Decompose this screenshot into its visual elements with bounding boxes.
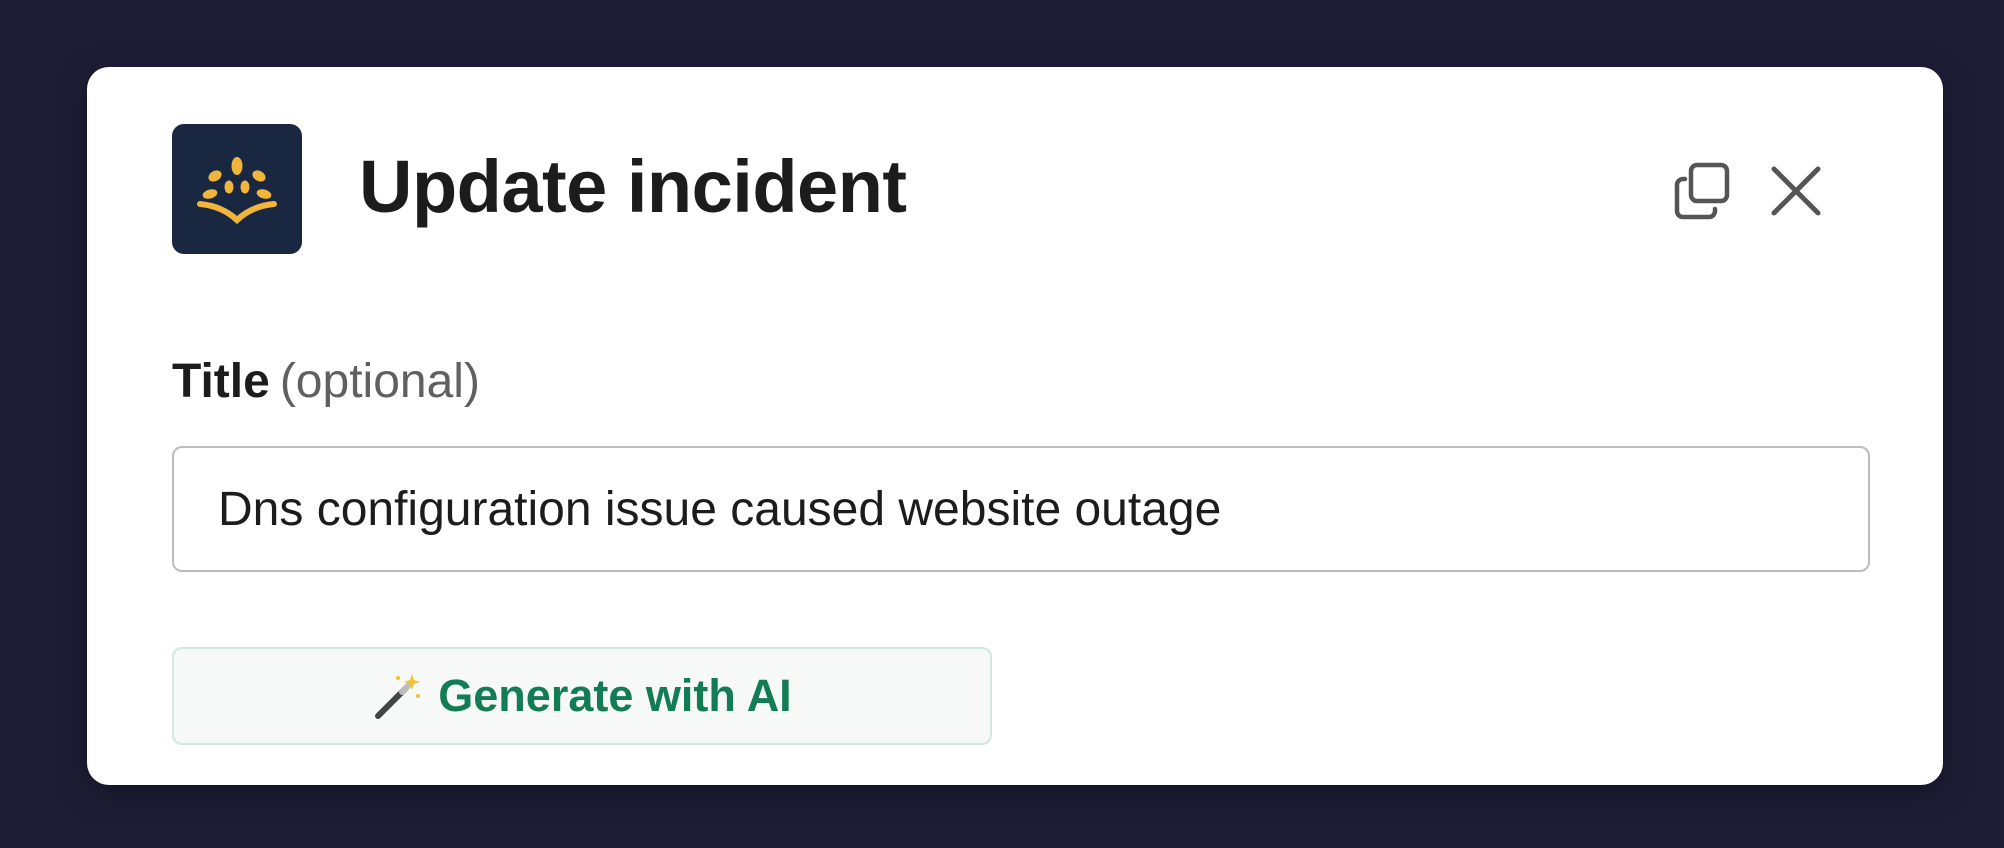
copy-icon (1674, 162, 1730, 220)
optional-hint: (optional) (279, 355, 480, 408)
copy-button[interactable] (1667, 155, 1739, 227)
sprout-logo-icon (197, 157, 277, 225)
title-label: Title (172, 355, 270, 408)
magic-wand-icon (372, 670, 424, 722)
app-logo (172, 124, 302, 254)
generate-with-ai-button[interactable]: Generate with AI (172, 647, 992, 745)
generate-with-ai-label: Generate with AI (438, 670, 792, 721)
close-icon (1771, 166, 1821, 216)
modal-backdrop: Update incident Title (optional) Dns con… (0, 0, 2004, 848)
close-button[interactable] (1760, 155, 1832, 227)
title-input[interactable] (172, 446, 1870, 572)
update-incident-modal: Update incident Title (optional) Dns con… (87, 67, 1943, 785)
title-field-label: Title (optional) (172, 352, 480, 412)
modal-title: Update incident (359, 145, 907, 228)
